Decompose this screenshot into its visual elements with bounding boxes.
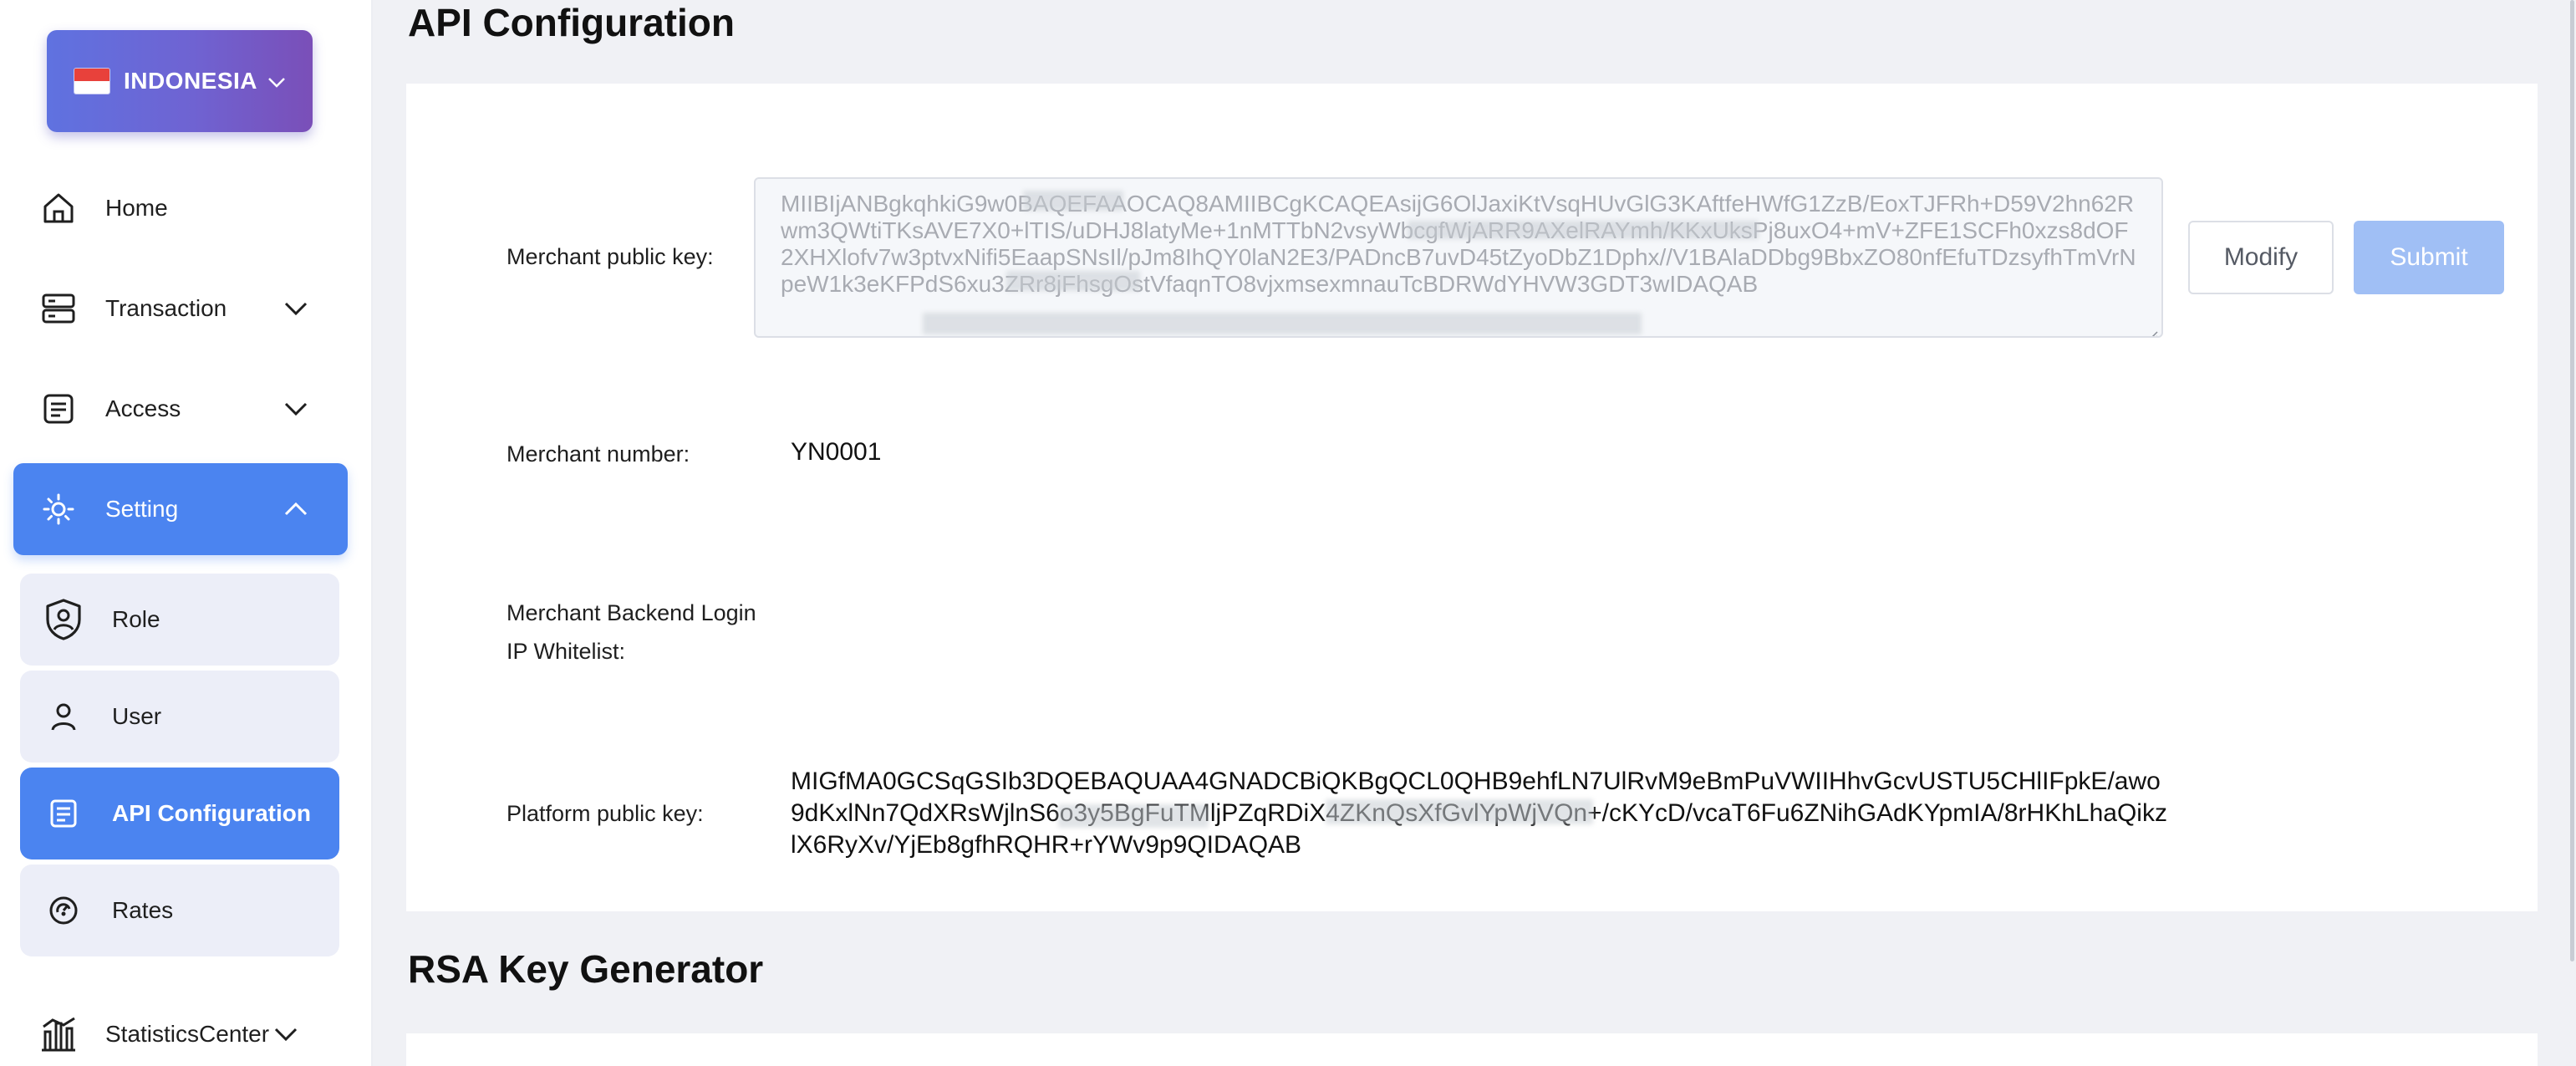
home-icon bbox=[38, 188, 79, 228]
role-shield-icon bbox=[42, 598, 85, 641]
merchant-number-label: Merchant number: bbox=[507, 441, 690, 467]
ip-whitelist-label-line1: Merchant Backend Login bbox=[507, 600, 756, 625]
sidebar-subitem-user[interactable]: User bbox=[20, 671, 339, 763]
sidebar-item-label: StatisticsCenter bbox=[105, 1021, 270, 1047]
rsa-key-generator-card bbox=[406, 1033, 2538, 1066]
merchant-public-key-label: Merchant public key: bbox=[507, 244, 714, 269]
platform-public-key-value: MIGfMA0GCSqGSIb3DQEBAQUAA4GNADCBiQKBgQCL… bbox=[791, 768, 2167, 859]
sidebar-item-transaction[interactable]: Transaction bbox=[13, 263, 348, 354]
sidebar-subitem-label: Role bbox=[112, 606, 160, 632]
transaction-icon bbox=[38, 288, 79, 329]
resize-handle-icon[interactable] bbox=[2146, 321, 2158, 336]
sidebar: INDONESIA Home Transaction Access Settin… bbox=[0, 0, 373, 1066]
api-document-icon bbox=[42, 792, 85, 835]
api-configuration-card: Merchant public key: MIIBIjANBgkqhkiG9w0… bbox=[406, 84, 2538, 911]
sidebar-subitem-role[interactable]: Role bbox=[20, 574, 339, 666]
scrollbar-thumb[interactable] bbox=[2570, 0, 2574, 961]
chevron-down-icon bbox=[281, 298, 311, 319]
main-content: API Configuration Merchant public key: M… bbox=[373, 0, 2576, 1066]
sidebar-item-label: Setting bbox=[105, 496, 179, 522]
merchant-public-key-textarea[interactable]: MIIBIjANBgkqhkiG9w0BAQEFAAOCAQ8AMIIBCgKC… bbox=[754, 177, 2163, 338]
country-label: INDONESIA bbox=[123, 68, 258, 94]
platform-public-key-label: Platform public key: bbox=[507, 801, 704, 826]
setting-icon bbox=[38, 489, 79, 529]
sidebar-subitem-api-configuration[interactable]: API Configuration bbox=[20, 768, 339, 859]
sidebar-item-access[interactable]: Access bbox=[13, 363, 348, 455]
chevron-down-icon bbox=[271, 1024, 301, 1044]
page-title: API Configuration bbox=[408, 1, 735, 44]
page-scrollbar[interactable] bbox=[2568, 0, 2576, 1066]
indonesia-flag-icon bbox=[73, 68, 110, 94]
modify-button[interactable]: Modify bbox=[2188, 221, 2334, 294]
sidebar-subitem-rates[interactable]: Rates bbox=[20, 865, 339, 956]
ip-whitelist-label-line2: IP Whitelist: bbox=[507, 639, 626, 664]
sidebar-subitem-label: Rates bbox=[112, 897, 174, 923]
sidebar-item-label: Home bbox=[105, 195, 168, 221]
merchant-public-key-value: MIIBIjANBgkqhkiG9w0BAQEFAAOCAQ8AMIIBCgKC… bbox=[781, 191, 2136, 297]
chevron-down-icon bbox=[281, 399, 311, 419]
sidebar-subitem-label: API Configuration bbox=[112, 800, 311, 826]
submit-button[interactable]: Submit bbox=[2354, 221, 2504, 294]
chevron-down-icon bbox=[267, 68, 286, 94]
sidebar-item-label: Transaction bbox=[105, 295, 227, 321]
sidebar-item-home[interactable]: Home bbox=[13, 162, 348, 254]
rates-icon bbox=[42, 889, 85, 932]
user-icon bbox=[42, 695, 85, 738]
sidebar-item-setting[interactable]: Setting bbox=[13, 463, 348, 555]
rsa-section-title: RSA Key Generator bbox=[408, 947, 764, 991]
access-icon bbox=[38, 389, 79, 429]
sidebar-subitem-label: User bbox=[112, 703, 162, 729]
statistics-icon bbox=[38, 1014, 79, 1054]
chevron-up-icon bbox=[281, 499, 311, 519]
merchant-number-value: YN0001 bbox=[791, 438, 882, 466]
sidebar-item-label: Access bbox=[105, 395, 181, 421]
country-selector-button[interactable]: INDONESIA bbox=[47, 30, 313, 132]
sidebar-item-statistics-center[interactable]: StatisticsCenter bbox=[13, 988, 348, 1066]
